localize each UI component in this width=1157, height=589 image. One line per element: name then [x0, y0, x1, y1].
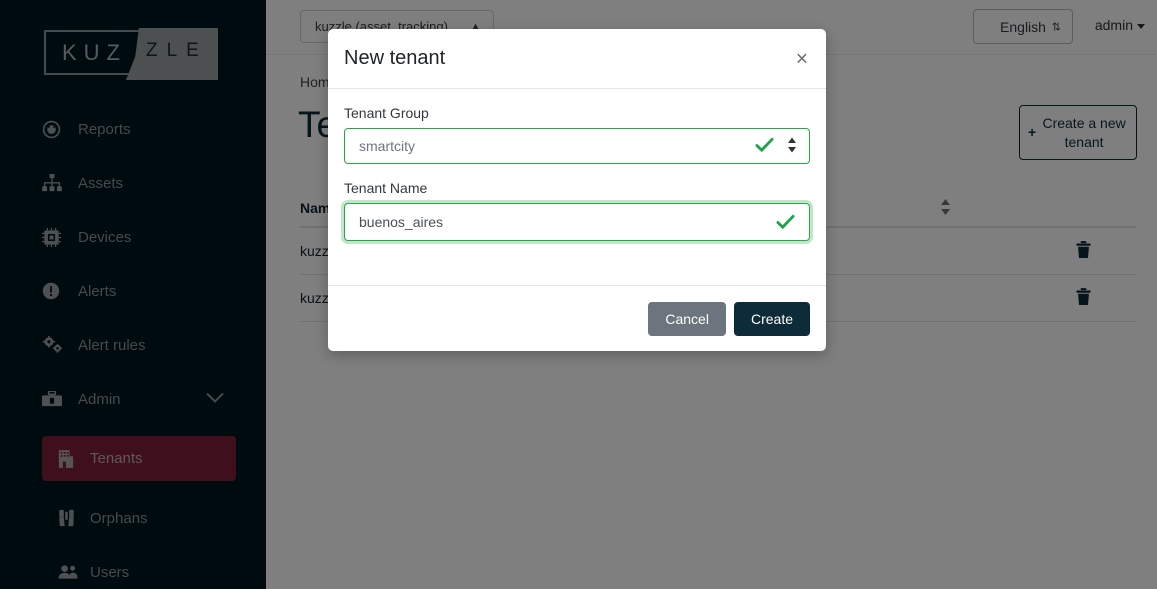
modal-title: New tenant	[344, 47, 446, 69]
tenant-name-input[interactable]: buenos_aires	[344, 203, 810, 241]
tenant-group-label: Tenant Group	[344, 105, 429, 121]
modal-header: New tenant ×	[328, 29, 826, 89]
valid-check-icon	[776, 214, 795, 236]
create-button[interactable]: Create	[733, 301, 810, 336]
app-root: KUZ ZLE Reports Assets Devi	[0, 0, 1157, 589]
tenant-group-wrap: smartcity	[344, 128, 810, 164]
tenant-name-field: Tenant Name buenos_aires	[344, 180, 810, 241]
tenant-group-field: Tenant Group smartcity	[344, 105, 810, 164]
valid-check-icon	[755, 137, 774, 159]
new-tenant-modal: New tenant × Tenant Group smartcity Tena…	[328, 29, 826, 351]
cancel-button[interactable]: Cancel	[648, 301, 726, 336]
close-icon[interactable]: ×	[796, 48, 808, 69]
tenant-group-select[interactable]: smartcity	[344, 128, 810, 164]
updown-icon[interactable]	[787, 137, 797, 156]
modal-body: Tenant Group smartcity Tenant Name bueno…	[328, 89, 826, 285]
tenant-name-label: Tenant Name	[344, 180, 428, 196]
tenant-name-wrap: buenos_aires	[344, 203, 810, 241]
tenant-name-value: buenos_aires	[359, 214, 444, 230]
modal-footer: Cancel Create	[328, 285, 826, 351]
tenant-group-value: smartcity	[359, 138, 415, 154]
